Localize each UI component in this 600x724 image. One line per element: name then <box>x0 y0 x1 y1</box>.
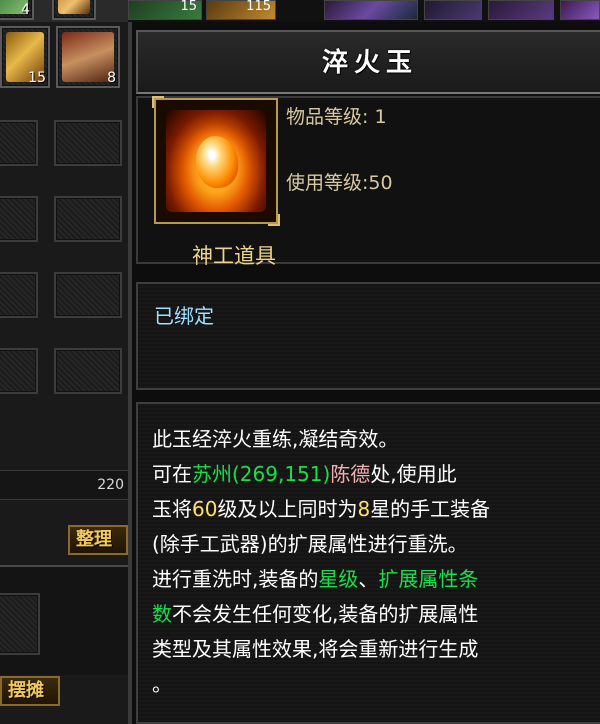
item-count: 115 <box>246 0 271 14</box>
money-bar: 220 <box>0 470 128 500</box>
required-level: 60 <box>192 497 218 521</box>
inventory-slot[interactable] <box>54 272 122 318</box>
required-star: 8 <box>357 497 371 521</box>
desc-line: 数不会发生任何变化,装备的扩展属性 <box>152 602 479 626</box>
inventory-slot[interactable] <box>0 593 40 655</box>
desc-line: 此玉经淬火重练,凝结奇效。 <box>152 427 399 451</box>
desc-line: 。 <box>152 672 172 696</box>
desc-line: 玉将60级及以上同时为8星的手工装备 <box>152 497 491 521</box>
star-level-term: 星级 <box>318 567 359 591</box>
tooltip-header-section: 物品等级: 1 使用等级:50 <box>136 96 600 264</box>
item-count: 4 <box>21 2 30 18</box>
desc-line: 类型及其属性效果,将会重新进行生成 <box>152 637 479 661</box>
item-level-value: 1 <box>374 106 387 128</box>
money-value: 220 <box>97 477 124 493</box>
item-count: 15 <box>28 70 46 86</box>
inventory-slot[interactable] <box>54 120 122 166</box>
inventory-lower-panel <box>0 565 128 675</box>
item-icon[interactable]: 115 <box>206 0 276 20</box>
use-level: 使用等级:50 <box>286 168 393 195</box>
bind-section: 已绑定 <box>136 282 600 390</box>
item-level-label: 物品等级: <box>286 106 369 128</box>
city-link[interactable]: 苏州 <box>192 462 232 486</box>
inventory-slot[interactable] <box>0 120 38 166</box>
inventory-panel: 4 15 8 220 整理 摆摊 <box>0 0 128 724</box>
item-icon-frame <box>152 96 280 226</box>
ext-attr-term-end: 数 <box>152 602 172 626</box>
inventory-slot[interactable]: 15 <box>0 26 50 88</box>
item-icon[interactable] <box>424 0 482 20</box>
ext-attr-term: 扩展属性条 <box>378 567 479 591</box>
inventory-slot[interactable] <box>0 196 38 242</box>
item-level: 物品等级: 1 <box>286 102 387 129</box>
bind-status: 已绑定 <box>154 304 214 328</box>
sort-button[interactable]: 整理 <box>68 525 128 555</box>
item-icon[interactable]: 15 <box>128 0 202 20</box>
item-icon <box>58 0 90 14</box>
item-description: 此玉经淬火重练,凝结奇效。 可在苏州(269,151)陈德处,使用此 玉将60级… <box>152 422 600 702</box>
stall-button[interactable]: 摆摊 <box>0 676 60 706</box>
item-name: 淬火玉 <box>321 48 418 78</box>
inventory-slot[interactable] <box>0 348 38 394</box>
inventory-slot[interactable] <box>54 348 122 394</box>
description-section: 此玉经淬火重练,凝结奇效。 可在苏州(269,151)陈德处,使用此 玉将60级… <box>136 402 600 724</box>
inventory-top-row: 4 <box>0 0 128 22</box>
npc-name[interactable]: 陈德 <box>330 462 370 486</box>
use-level-label: 使用等级: <box>286 172 369 194</box>
desc-line: 进行重洗时,装备的星级、扩展属性条 <box>152 567 479 591</box>
tooltip-title-bar: 淬火玉 <box>136 30 600 94</box>
desc-line: (除手工武器)的扩展属性进行重洗。 <box>152 532 468 556</box>
item-category: 神工道具 <box>192 244 276 268</box>
desc-line: 可在苏州(269,151)陈德处,使用此 <box>152 462 457 486</box>
item-icon[interactable] <box>488 0 554 20</box>
coordinates: (269,151) <box>232 462 331 486</box>
inventory-slot[interactable] <box>54 196 122 242</box>
item-count: 8 <box>107 70 116 86</box>
inventory-slot[interactable] <box>0 272 38 318</box>
item-count: 15 <box>180 0 197 14</box>
item-icon[interactable] <box>324 0 418 20</box>
inventory-slot[interactable]: 4 <box>0 0 34 20</box>
inventory-slot[interactable]: 8 <box>56 26 120 88</box>
inventory-slot[interactable] <box>52 0 96 20</box>
item-tooltip: 淬火玉 物品等级: 1 使用等级:50 神工道具 已绑定 此玉经淬火重练,凝结奇… <box>128 22 600 724</box>
gem-core <box>192 133 242 191</box>
item-icon[interactable] <box>560 0 600 20</box>
fire-jade-icon <box>166 110 266 212</box>
use-level-value: 50 <box>368 172 393 194</box>
top-item-strip: 15 115 <box>128 0 600 22</box>
